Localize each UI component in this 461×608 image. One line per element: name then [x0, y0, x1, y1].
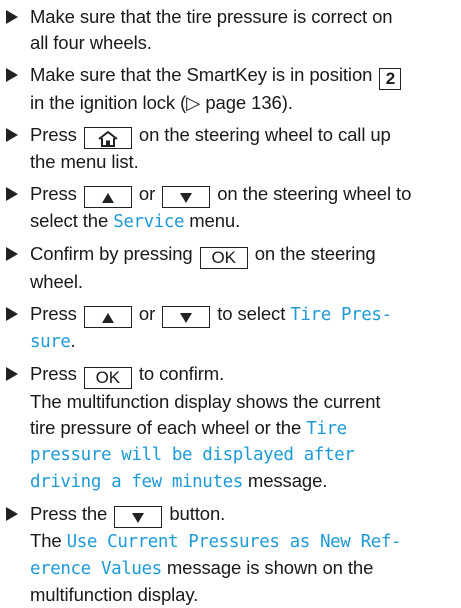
display-message: Use Current Pressures as New Ref- [66, 532, 402, 552]
step-text: multifunction display. [30, 584, 199, 605]
step-text: Press [30, 303, 77, 324]
step-press-home: Press on the steering wheel to call up t… [0, 122, 461, 175]
step-select-tire-pressure: Press or to select Tire Pres- sure. [0, 301, 461, 355]
step-text: Press [30, 363, 77, 384]
display-message: Tire [306, 419, 347, 439]
display-text-tire-pressure: Tire Pres- [290, 305, 392, 325]
step-confirm-ok: Confirm by pressing OK on the steering w… [0, 241, 461, 295]
step-text: . [70, 330, 76, 351]
display-text-tire-pressure: sure [30, 332, 71, 352]
step-check-tire-pressure: Make sure that the tire pressure is corr… [0, 4, 461, 56]
step-text: tire pressure of each wheel or the [30, 417, 302, 438]
bullet-arrow-icon [6, 367, 18, 381]
display-message: pressure will be displayed after [30, 445, 355, 465]
display-message: erence Values [30, 559, 162, 579]
step-select-service-menu: Press or on the steering wheel to select… [0, 181, 461, 235]
step-smartkey-position: Make sure that the SmartKey is in positi… [0, 62, 461, 116]
ok-key: OK [83, 367, 132, 389]
step-text: on the steering [254, 243, 376, 264]
step-text: message is shown on the [166, 557, 374, 578]
arrow-down-icon [162, 306, 211, 328]
step-press-ok-confirm: Press OK to confirm. The multifunction d… [0, 361, 461, 495]
step-text: wheel. [30, 271, 83, 292]
instruction-page: Make sure that the tire pressure is corr… [0, 0, 461, 608]
step-text: The [30, 530, 62, 551]
step-text: in the ignition lock ( [30, 92, 187, 113]
step-text: button. [169, 503, 226, 524]
arrow-up-icon [83, 186, 132, 208]
page-reference: page 136 [200, 92, 282, 113]
arrow-up-icon [83, 306, 132, 328]
ok-key: OK [199, 247, 248, 269]
bullet-arrow-icon [6, 68, 18, 82]
key-position-2: 2 [379, 68, 402, 90]
step-text: Make sure that the tire pressure is corr… [30, 6, 393, 27]
step-text: The multifunction display shows the curr… [30, 391, 381, 412]
step-text: select the [30, 210, 109, 231]
step-text: or [138, 303, 156, 324]
step-text: on the steering wheel to call up [138, 124, 391, 145]
step-text: Press the [30, 503, 108, 524]
bullet-arrow-icon [6, 128, 18, 142]
page-reference-icon: ▷ [186, 92, 201, 113]
step-text: Press [30, 183, 77, 204]
bullet-arrow-icon [6, 247, 18, 261]
step-text: message. [247, 470, 328, 491]
step-text: to confirm. [138, 363, 225, 384]
step-text: to select [217, 303, 286, 324]
display-text-service: Service [113, 212, 185, 232]
home-button-icon [83, 127, 132, 149]
bullet-arrow-icon [6, 507, 18, 521]
arrow-down-icon [162, 186, 211, 208]
step-press-down-button: Press the button. The Use Current Pressu… [0, 501, 461, 608]
step-text: all four wheels. [30, 32, 152, 53]
bullet-arrow-icon [6, 10, 18, 24]
step-text: or [138, 183, 156, 204]
step-text: on the steering wheel to [217, 183, 412, 204]
display-message: driving a few minutes [30, 472, 243, 492]
arrow-down-icon [114, 506, 163, 528]
step-text: Confirm by pressing [30, 243, 193, 264]
bullet-arrow-icon [6, 307, 18, 321]
step-text: Press [30, 124, 77, 145]
step-text: Make sure that the SmartKey is in positi… [30, 64, 373, 85]
step-text: ). [281, 92, 293, 113]
step-text: the menu list. [30, 151, 139, 172]
bullet-arrow-icon [6, 187, 18, 201]
step-text: menu. [189, 210, 241, 231]
